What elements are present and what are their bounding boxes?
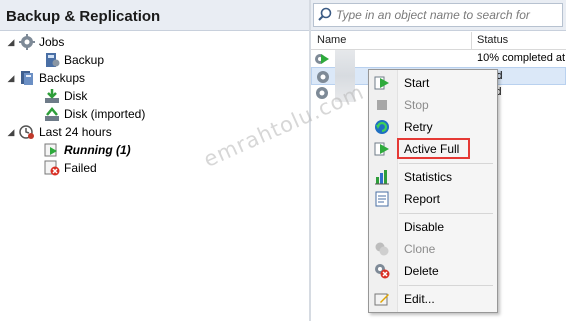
job-status: 10% completed at [477, 52, 566, 64]
gear-icon [19, 34, 35, 50]
navigation-tree: ◢ Jobs Backup ◢ Backups Disk Disk (impor… [0, 31, 309, 321]
disk-imported-icon [44, 106, 60, 122]
column-header-status[interactable]: Status [477, 34, 508, 46]
pane-title: Backup & Replication [6, 8, 161, 25]
running-job-icon [314, 51, 330, 67]
menu-separator [399, 213, 493, 214]
collapse-arrow-icon[interactable]: ◢ [6, 73, 16, 84]
disk-icon [44, 88, 60, 104]
tree-label-failed: Failed [64, 161, 97, 175]
menu-separator [399, 285, 493, 286]
menu-item-edit[interactable]: Edit... [371, 289, 495, 309]
statistics-icon [374, 169, 390, 185]
menu-item-statistics[interactable]: Statistics [371, 167, 495, 187]
tree-node-running[interactable]: Running (1) [44, 141, 131, 159]
history-icon [19, 124, 35, 140]
tree-label-backup: Backup [64, 53, 105, 67]
gear-icon [314, 85, 330, 101]
tree-node-backup-job[interactable]: Backup [44, 51, 104, 69]
tree-node-last-24-hours[interactable]: ◢ Last 24 hours [6, 123, 112, 141]
menu-item-active-full[interactable]: Active Full [371, 138, 495, 159]
tree-label-last-24-hours: Last 24 hours [39, 125, 112, 139]
column-separator[interactable] [471, 32, 472, 49]
menu-separator [399, 163, 493, 164]
start-icon [374, 75, 390, 91]
running-icon [44, 142, 60, 158]
tree-node-jobs[interactable]: ◢ Jobs [6, 33, 64, 51]
menu-label-disable: Disable [404, 220, 445, 234]
search-box[interactable] [313, 3, 563, 27]
menu-label-edit: Edit... [404, 292, 435, 306]
tree-label-disk: Disk [64, 89, 88, 103]
right-pane-header [311, 0, 566, 31]
search-input[interactable] [336, 8, 556, 22]
disable-icon [374, 219, 390, 235]
tree-label-jobs: Jobs [39, 35, 65, 49]
tree-node-failed[interactable]: Failed [44, 159, 97, 177]
tree-label-backups: Backups [39, 71, 86, 85]
context-menu: Start Stop Retry Active Full Statistics … [368, 69, 498, 313]
menu-label-clone: Clone [404, 242, 436, 256]
menu-item-report[interactable]: Report [371, 189, 495, 209]
tree-node-disk-imported[interactable]: Disk (imported) [44, 105, 145, 123]
tree-label-disk-imported: Disk (imported) [64, 107, 146, 121]
menu-item-clone[interactable]: Clone [371, 239, 495, 259]
tree-node-backups[interactable]: ◢ Backups [6, 69, 85, 87]
stop-icon [374, 97, 390, 113]
menu-label-retry: Retry [404, 120, 433, 134]
search-icon[interactable] [314, 7, 336, 24]
menu-label-report: Report [404, 192, 441, 206]
collapse-arrow-icon[interactable]: ◢ [6, 127, 16, 138]
menu-label-statistics: Statistics [404, 170, 453, 184]
delete-icon [374, 263, 390, 279]
report-icon [374, 191, 390, 207]
menu-label-stop: Stop [404, 98, 429, 112]
menu-label-start: Start [404, 76, 430, 90]
backups-icon [19, 70, 35, 86]
clone-icon [374, 241, 390, 257]
edit-icon [374, 291, 390, 307]
backup-job-icon [44, 52, 60, 68]
menu-item-retry[interactable]: Retry [371, 117, 495, 137]
column-header-name[interactable]: Name [317, 34, 346, 46]
grid-header: Name Status [311, 32, 566, 50]
menu-label-delete: Delete [404, 264, 439, 278]
menu-item-start[interactable]: Start [371, 73, 495, 93]
failed-icon [44, 160, 60, 176]
active-full-icon [374, 141, 390, 157]
tree-label-running: Running (1) [64, 143, 131, 157]
highlight-box [397, 138, 470, 159]
gear-icon [315, 69, 331, 85]
redacted-job-names [335, 50, 355, 102]
menu-item-delete[interactable]: Delete [371, 261, 495, 281]
menu-item-disable[interactable]: Disable [371, 217, 495, 237]
menu-item-stop[interactable]: Stop [371, 95, 495, 115]
left-pane-header: Backup & Replication [0, 0, 310, 31]
retry-icon [374, 119, 390, 135]
tree-node-disk[interactable]: Disk [44, 87, 87, 105]
collapse-arrow-icon[interactable]: ◢ [6, 37, 16, 48]
